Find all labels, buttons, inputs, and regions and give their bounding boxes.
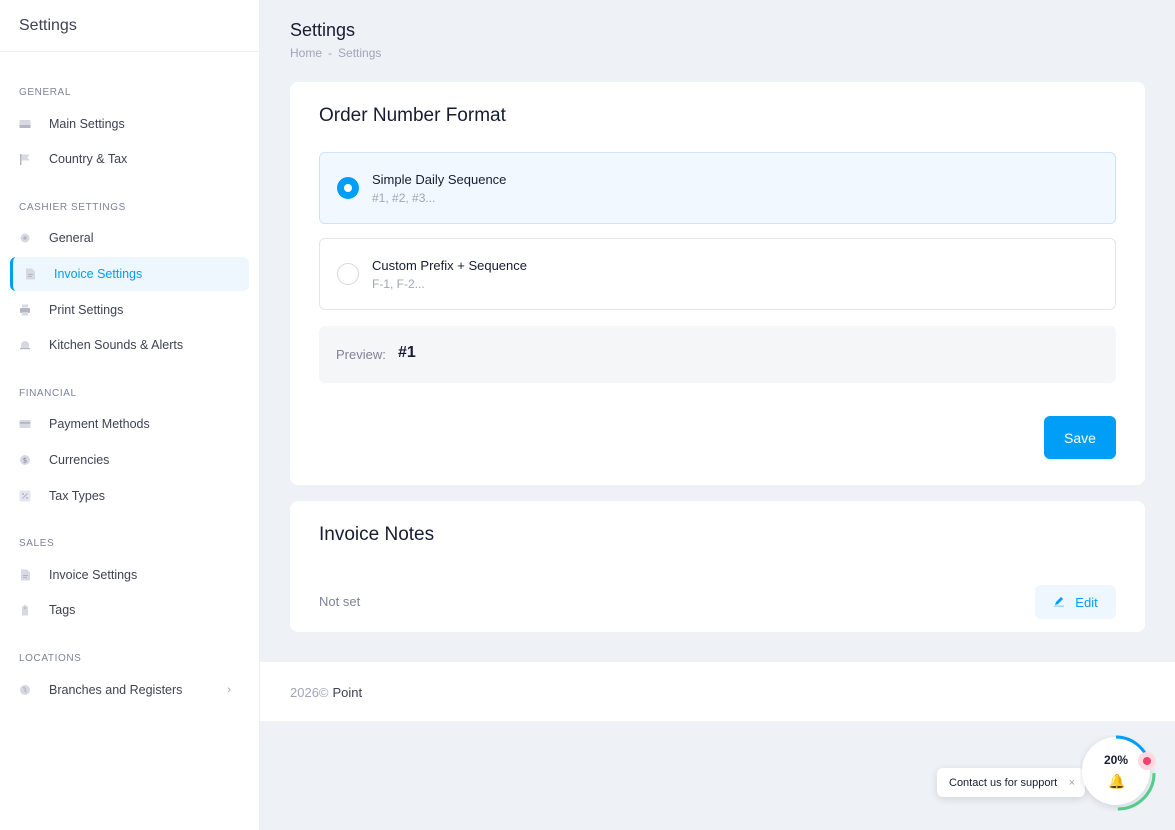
sidebar-item-print-settings[interactable]: Print Settings	[10, 293, 249, 327]
flag-icon	[19, 153, 31, 165]
window-icon	[19, 118, 31, 130]
preview-label: Preview:	[336, 347, 386, 362]
option-example: F-1, F-2...	[372, 277, 425, 291]
sidebar-section-cashier: CASHIER SETTINGS	[19, 202, 126, 213]
sidebar-item-general[interactable]: General	[10, 221, 249, 255]
document-icon	[24, 268, 36, 280]
option-custom-prefix-sequence[interactable]: Custom Prefix + Sequence F-1, F-2...	[319, 238, 1116, 310]
percent-icon	[19, 490, 31, 502]
option-example: #1, #2, #3...	[372, 191, 436, 205]
gear-icon	[19, 232, 31, 244]
save-button[interactable]: Save	[1044, 416, 1116, 459]
preview-box: Preview: #1	[319, 326, 1116, 383]
edit-label: Edit	[1075, 594, 1098, 610]
sidebar-item-currencies[interactable]: $ Currencies	[10, 443, 249, 477]
support-label: Contact us for support	[949, 776, 1058, 789]
sidebar-item-tax-types[interactable]: Tax Types	[10, 479, 249, 513]
sidebar-item-label: Tax Types	[49, 489, 106, 503]
sidebar-item-branches-registers[interactable]: Branches and Registers ›	[10, 673, 249, 707]
tag-icon	[19, 604, 31, 616]
option-title: Custom Prefix + Sequence	[372, 258, 527, 273]
sidebar-item-country-tax[interactable]: Country & Tax	[10, 142, 249, 176]
sidebar-item-label: Currencies	[49, 453, 110, 467]
option-title: Simple Daily Sequence	[372, 172, 507, 187]
preview-value: #1	[398, 344, 416, 361]
svg-text:$: $	[23, 457, 27, 465]
pencil-icon	[1053, 595, 1065, 610]
invoice-notes-value: Not set	[319, 594, 361, 609]
settings-sidebar: Settings GENERAL Main Settings Country &…	[0, 0, 260, 830]
sidebar-item-sales-invoice-settings[interactable]: Invoice Settings	[10, 558, 249, 592]
setup-progress-widget[interactable]: 20% 🔔	[1080, 735, 1156, 811]
sidebar-item-label: General	[49, 231, 94, 245]
breadcrumb-home[interactable]: Home	[290, 46, 322, 60]
bell-icon	[19, 339, 31, 351]
edit-button[interactable]: Edit	[1035, 585, 1116, 619]
footer: 2026© Point	[260, 662, 1175, 721]
sidebar-section-general: GENERAL	[19, 87, 71, 98]
footer-brand-link[interactable]: Point	[333, 685, 363, 700]
page-title: Settings	[290, 20, 356, 40]
radio-button[interactable]	[337, 177, 359, 199]
footer-year: 2026©	[290, 685, 329, 700]
credit-card-icon	[19, 418, 31, 430]
sidebar-item-label: Invoice Settings	[54, 267, 143, 281]
bell-icon: 🔔	[1108, 773, 1126, 789]
sidebar-item-label: Invoice Settings	[49, 568, 138, 582]
sidebar-section-sales: SALES	[19, 538, 55, 549]
sidebar-item-label: Branches and Registers	[49, 683, 183, 697]
breadcrumb-current: Settings	[338, 46, 382, 60]
sidebar-item-label: Kitchen Sounds & Alerts	[49, 338, 184, 352]
sidebar-item-label: Main Settings	[49, 117, 125, 131]
sidebar-item-payment-methods[interactable]: Payment Methods	[10, 407, 249, 441]
footer-text: 2026© Point	[290, 685, 362, 700]
chevron-right-icon: ›	[227, 684, 231, 696]
sidebar-section-locations: LOCATIONS	[19, 653, 82, 664]
sidebar-item-kitchen-sounds[interactable]: Kitchen Sounds & Alerts	[10, 328, 249, 362]
sidebar-title: Settings	[0, 0, 259, 52]
globe-icon	[19, 684, 31, 696]
sidebar-item-invoice-settings[interactable]: Invoice Settings	[10, 257, 249, 291]
sidebar-item-label: Country & Tax	[49, 152, 128, 166]
order-number-format-card: Order Number Format Simple Daily Sequenc…	[290, 82, 1145, 485]
support-tooltip[interactable]: Contact us for support ×	[937, 768, 1085, 797]
radio-button[interactable]	[337, 263, 359, 285]
sidebar-item-label: Print Settings	[49, 303, 124, 317]
sidebar-section-financial: FINANCIAL	[19, 388, 77, 399]
main-content: Settings Home - Settings Order Number Form…	[260, 0, 1175, 830]
sidebar-item-main-settings[interactable]: Main Settings	[10, 107, 249, 141]
card-title: Invoice Notes	[319, 524, 435, 545]
document-icon	[19, 569, 31, 581]
option-simple-daily-sequence[interactable]: Simple Daily Sequence #1, #2, #3...	[319, 152, 1116, 224]
breadcrumb: Home - Settings	[290, 46, 381, 60]
dollar-icon: $	[19, 454, 31, 466]
printer-icon	[19, 304, 31, 316]
notification-dot	[1138, 752, 1156, 770]
breadcrumb-separator: -	[328, 46, 333, 60]
sidebar-item-label: Tags	[49, 603, 76, 617]
invoice-notes-card: Invoice Notes Not set Edit	[290, 501, 1145, 632]
sidebar-item-tags[interactable]: Tags	[10, 593, 249, 627]
sidebar-item-label: Payment Methods	[49, 417, 150, 431]
close-icon[interactable]: ×	[1069, 777, 1075, 789]
card-title: Order Number Format	[319, 105, 506, 126]
